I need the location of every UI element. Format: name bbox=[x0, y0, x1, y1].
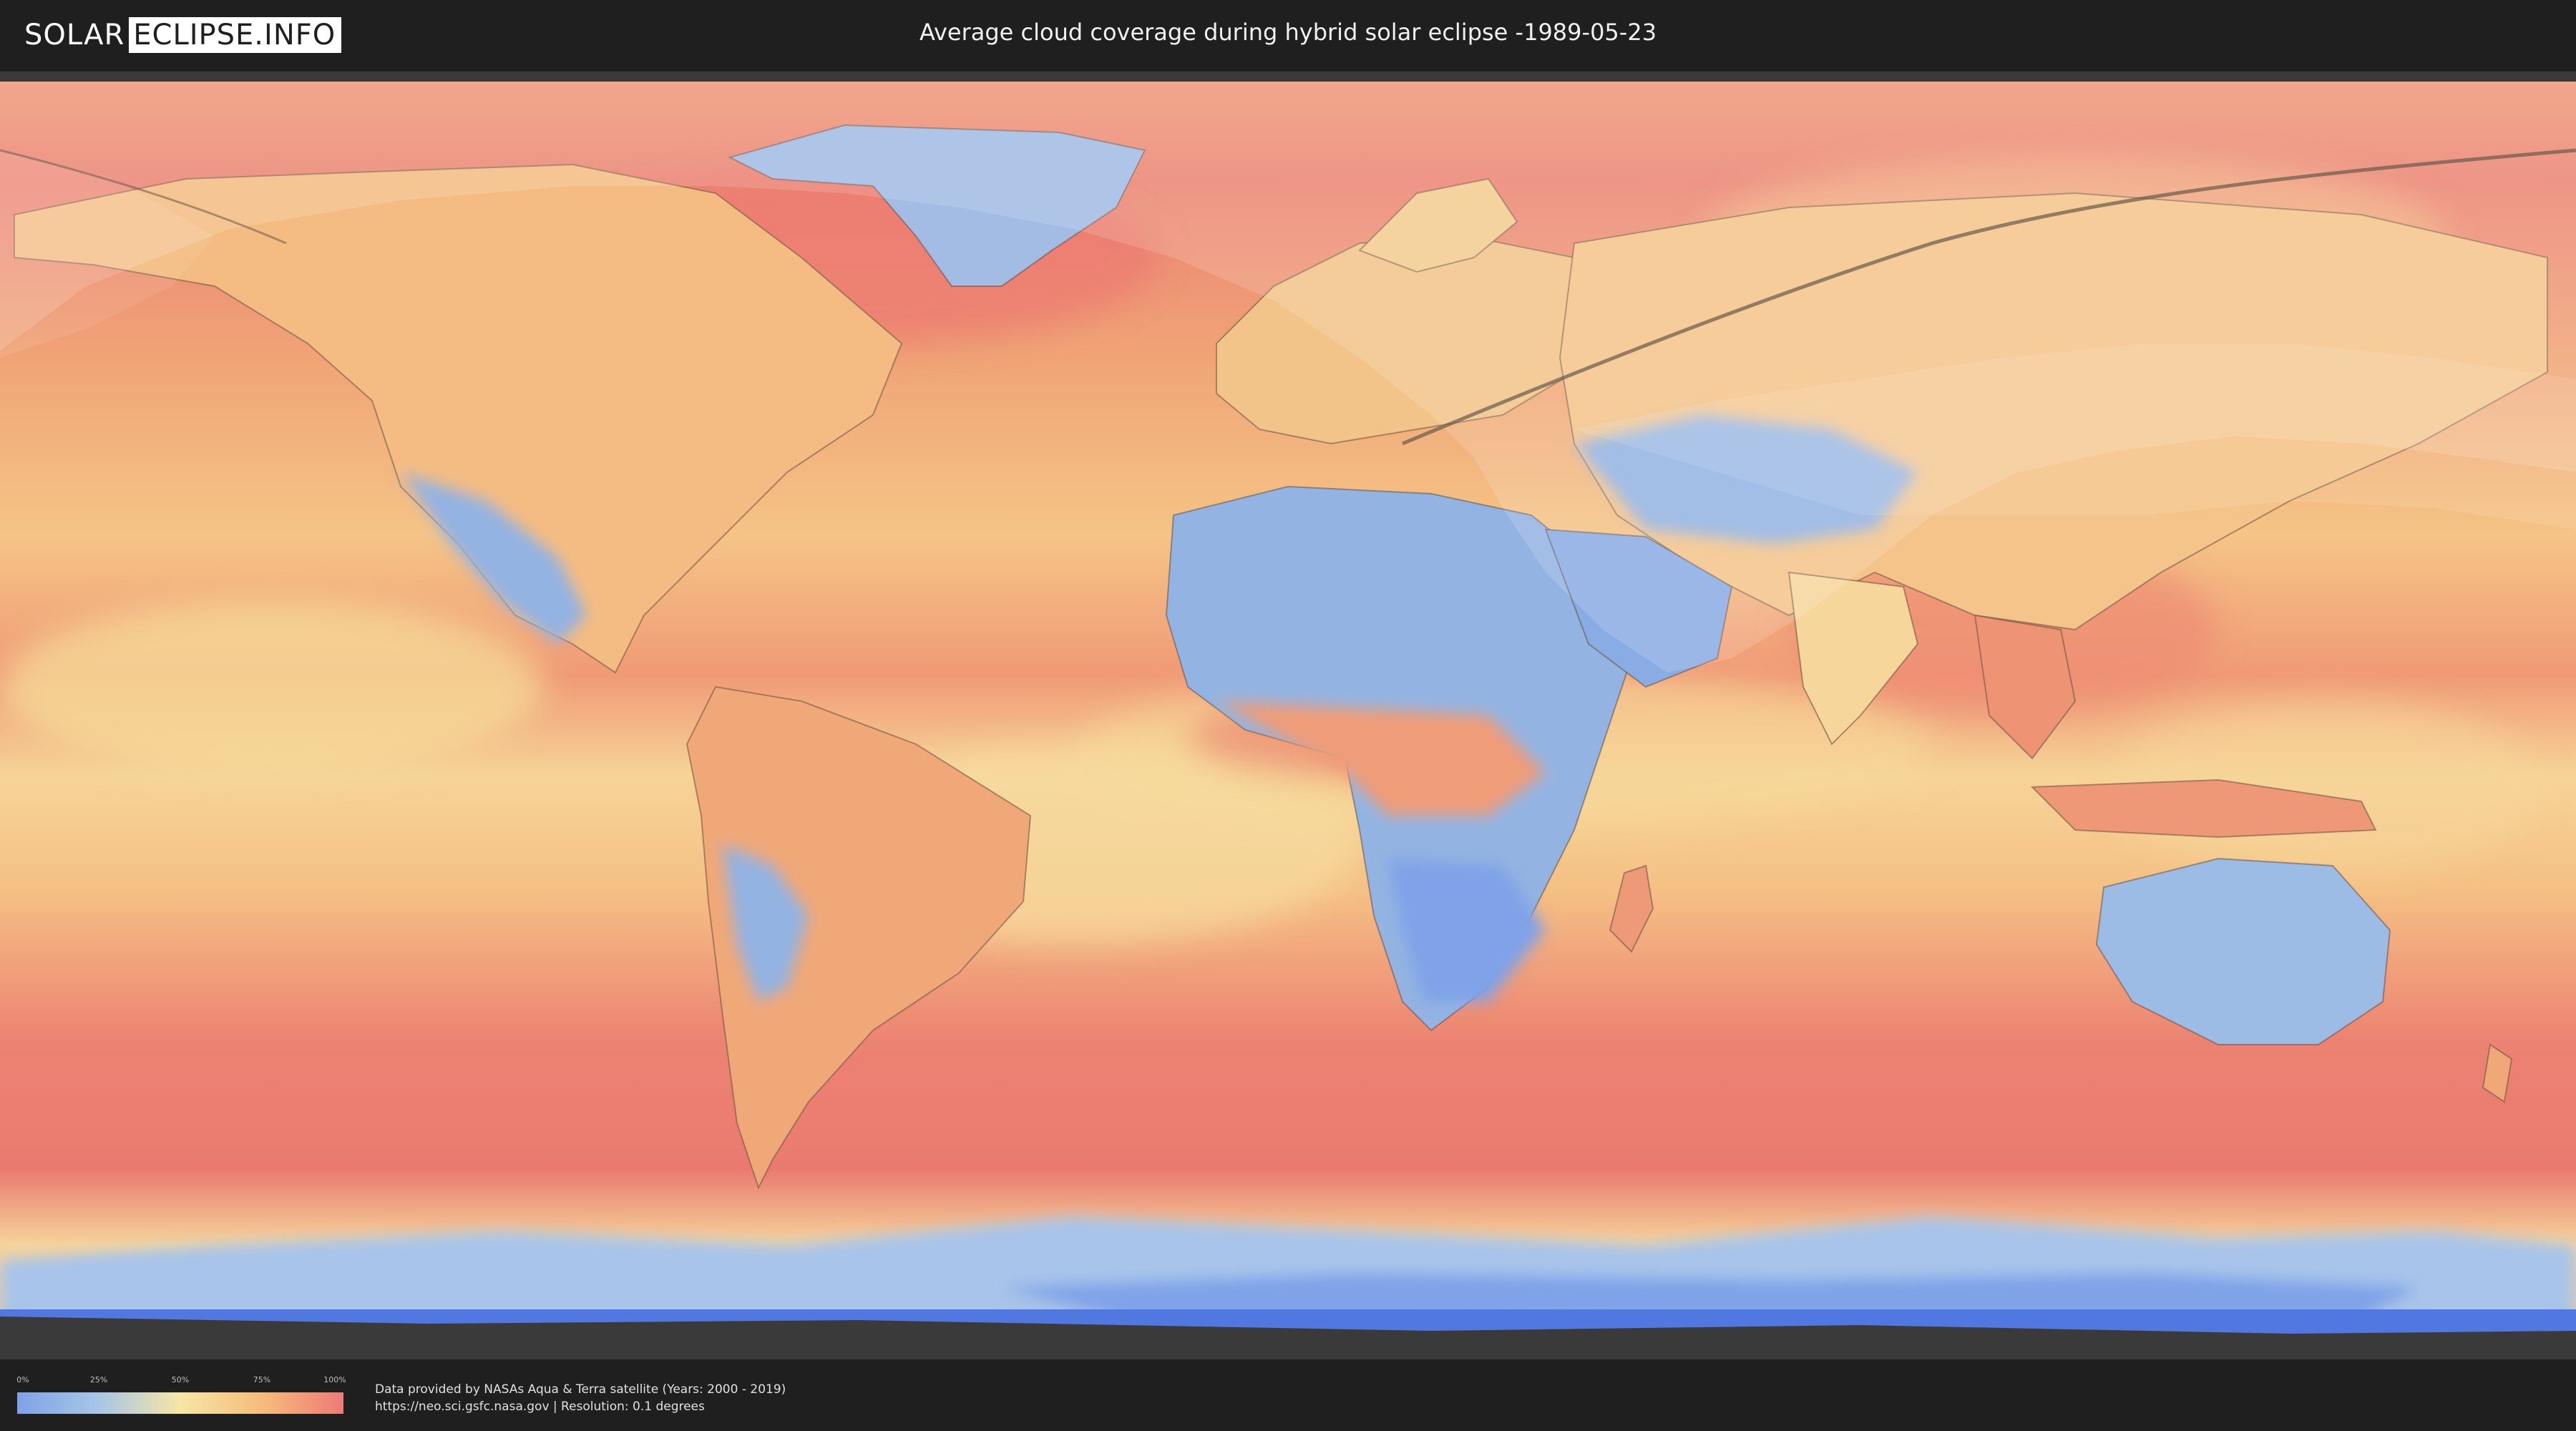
map-top-edge bbox=[0, 72, 2576, 82]
legend-tick-100: 100% bbox=[323, 1375, 346, 1384]
credit-line-1: Data provided by NASAs Aqua & Terra sate… bbox=[375, 1382, 786, 1397]
legend-tick-75: 75% bbox=[253, 1375, 271, 1384]
page-title: Average cloud coverage during hybrid sol… bbox=[919, 19, 1657, 46]
legend-ticks: 0% 25% 50% 75% 100% bbox=[16, 1375, 346, 1387]
footer-bar: 0% 25% 50% 75% 100% Data provided by NAS… bbox=[0, 1359, 2576, 1431]
cloud-coverage-map bbox=[0, 72, 2576, 1359]
data-credits: Data provided by NASAs Aqua & Terra sate… bbox=[375, 1381, 786, 1415]
cloud-coverage-legend: 0% 25% 50% 75% 100% bbox=[16, 1375, 346, 1418]
legend-color-bar bbox=[17, 1392, 343, 1414]
header-bar: SOLAR ECLIPSE.INFO Average cloud coverag… bbox=[0, 0, 2576, 72]
legend-tick-0: 0% bbox=[16, 1375, 29, 1384]
world-map-svg bbox=[0, 72, 2576, 1359]
legend-tick-25: 25% bbox=[89, 1375, 108, 1384]
legend-tick-50: 50% bbox=[171, 1375, 190, 1384]
credit-line-2: https://neo.sci.gsfc.nasa.gov | Resoluti… bbox=[375, 1400, 705, 1414]
